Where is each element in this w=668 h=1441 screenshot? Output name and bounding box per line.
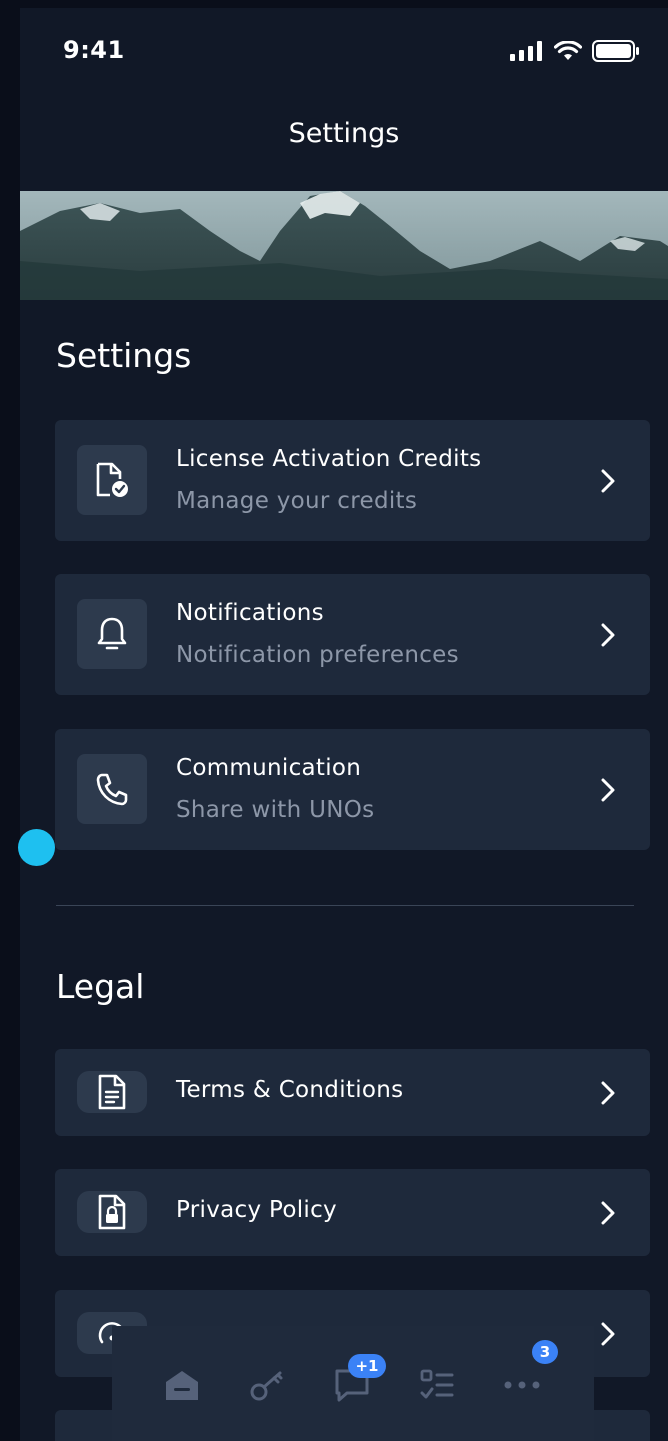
mountain-banner [20,191,668,300]
communication-title: Communication [176,755,362,781]
bottom-tab-bar: +1 3 [112,1326,594,1441]
phone-icon [77,754,147,824]
settings-section-heading: Settings [56,336,192,375]
cellular-signal-icon [510,41,542,61]
tab-home[interactable] [157,1360,207,1410]
document-lock-icon [77,1191,147,1233]
more-badge: 3 [532,1340,558,1364]
home-icon [166,1371,198,1400]
terms-conditions-row[interactable]: Terms & Conditions [55,1049,650,1136]
tab-keys[interactable] [242,1360,292,1410]
communication-row[interactable]: Communication Share with UNOs [55,729,650,850]
privacy-policy-row[interactable]: Privacy Policy [55,1169,650,1256]
nav-title: Settings [288,118,400,149]
left-edge [0,0,20,1441]
wifi-icon [554,41,582,60]
communication-subtitle: Share with UNOs [176,797,375,823]
legal-section-heading: Legal [56,967,145,1006]
chevron-right-icon [598,775,618,805]
status-time: 9:41 [63,36,125,64]
battery-icon [592,40,639,62]
notifications-row[interactable]: Notifications Notification preferences [55,574,650,695]
notifications-subtitle: Notification preferences [176,642,459,668]
chevron-right-icon [598,1078,618,1108]
chevron-right-icon [598,620,618,650]
status-bar: 9:41 [20,8,668,92]
tab-tasks[interactable] [412,1360,462,1410]
status-icons [510,40,640,62]
terms-conditions-title: Terms & Conditions [176,1077,404,1103]
privacy-policy-title: Privacy Policy [176,1197,337,1223]
settings-screen: 9:41 Settings Settings License Activatio… [20,8,668,1441]
tab-more[interactable] [497,1360,547,1410]
chevron-right-icon [598,1198,618,1228]
chevron-right-icon [598,466,618,496]
floating-touch-indicator[interactable] [18,829,55,866]
checklist-icon [420,1369,454,1399]
notifications-title: Notifications [176,600,324,626]
document-check-icon [77,445,147,515]
messages-badge: +1 [348,1354,386,1378]
license-activation-credits-subtitle: Manage your credits [176,488,418,514]
license-activation-credits-row[interactable]: License Activation Credits Manage your c… [55,420,650,541]
bell-icon [77,599,147,669]
key-icon [250,1371,283,1401]
document-lines-icon [77,1071,147,1113]
more-dots-icon [504,1381,540,1389]
license-activation-credits-title: License Activation Credits [176,446,482,472]
section-divider [56,905,634,906]
chevron-right-icon [598,1319,618,1349]
